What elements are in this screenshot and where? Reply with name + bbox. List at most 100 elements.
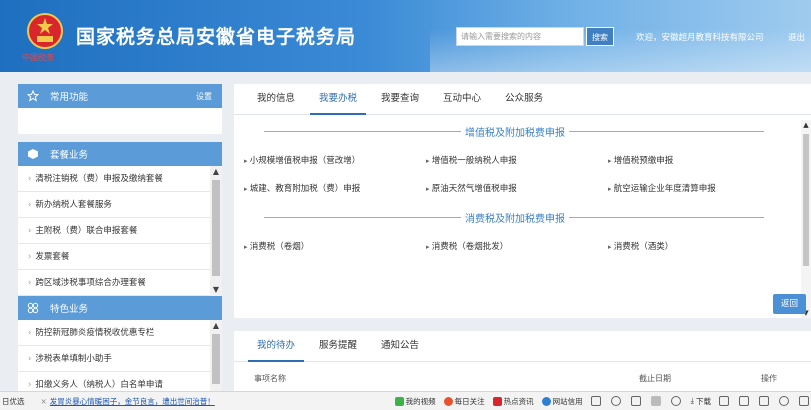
sidebar-item-joint-declaration[interactable]: 主附税（费）联合申报套餐 <box>18 218 210 244</box>
image-icon[interactable] <box>630 396 641 406</box>
back-button[interactable]: 返回 <box>773 294 806 314</box>
hot-news-label: 热点资讯 <box>503 396 534 406</box>
item-consumption-cigarette-wholesale[interactable]: 消费税（卷烟批发） <box>426 237 608 257</box>
package-business-title: 套餐业务 <box>50 150 89 161</box>
consumption-items: 消费税（卷烟） 消费税（卷烟批发） 消费税（酒类） <box>234 237 811 257</box>
item-crude-oil-gas-vat[interactable]: 原油天然气增值税申报 <box>426 179 608 199</box>
item-aviation-settlement[interactable]: 航空运输企业年度清算申报 <box>608 179 790 199</box>
my-video-link[interactable]: 我的视频 <box>394 396 436 407</box>
logo-caption: 中国税务 <box>22 53 54 62</box>
column-header-deadline: 截止日期 <box>639 374 671 383</box>
shield-icon <box>541 396 551 406</box>
item-urban-education-surcharge[interactable]: 城建、教育附加税（费）申报 <box>244 179 426 199</box>
sound-icon[interactable] <box>779 396 789 406</box>
settings-link[interactable]: 设置 <box>196 91 212 102</box>
scroll-down-icon[interactable]: ▼ <box>210 284 222 296</box>
common-functions-panel: 常用功能 设置 <box>18 84 222 134</box>
sidebar: 常用功能 设置 套餐业务 清税注销税（费）申报及缴纳套餐 新办纳税人套餐服务 主… <box>18 84 222 406</box>
tab-public-service[interactable]: 公众服务 <box>496 84 552 114</box>
window-copy-icon[interactable] <box>759 396 769 406</box>
rocket-icon[interactable] <box>650 396 661 406</box>
sidebar-item-tax-deregistration[interactable]: 清税注销税（费）申报及缴纳套餐 <box>18 166 210 192</box>
special-business-list: 防控新冠肺炎疫情税收优惠专栏 涉税表单填制小助手 扣缴义务人（纳税人）白名单申请… <box>18 320 222 398</box>
column-header-action: 操作 <box>761 374 777 383</box>
news-link[interactable]: 发胃炎暴心情暖困子，金节良言，遭出世间治普！ <box>50 396 215 407</box>
sidebar-item-new-taxpayer[interactable]: 新办纳税人套餐服务 <box>18 192 210 218</box>
package-business-list: 清税注销税（费）申报及缴纳套餐 新办纳税人套餐服务 主附税（费）联合申报套餐 发… <box>18 166 222 296</box>
common-functions-header[interactable]: 常用功能 设置 <box>18 84 222 108</box>
sync-icon[interactable] <box>610 396 621 406</box>
logout-link[interactable]: 退出 <box>788 31 805 43</box>
scroll-thumb[interactable] <box>803 134 809 266</box>
download-icon: ⤓ <box>690 396 694 405</box>
site-header: 中国税务 国家税务总局安徽省电子税务局 请输入需要搜索的内容 搜索 欢迎，安徽超… <box>0 0 811 72</box>
vat-items: 小规模增值税申报（营改增） 增值税一般纳税人申报 增值税预缴申报 城建、教育附加… <box>234 151 811 199</box>
tab-tax-handling[interactable]: 我要办税 <box>310 84 367 115</box>
section-title-text: 消费税及附加税费申报 <box>461 210 569 225</box>
sidebar-item-epidemic[interactable]: 防控新冠肺炎疫情税收优惠专栏 <box>18 320 210 346</box>
item-general-vat[interactable]: 增值税一般纳税人申报 <box>426 151 608 171</box>
site-title: 国家税务总局安徽省电子税务局 <box>76 26 357 48</box>
scroll-up-icon[interactable]: ▲ <box>210 166 222 178</box>
main-scrollbar[interactable]: ▲ ▼ <box>801 120 811 318</box>
cube-icon <box>26 147 40 161</box>
common-functions-title: 常用功能 <box>50 92 89 103</box>
tab-my-info[interactable]: 我的信息 <box>248 84 304 114</box>
leaf-icon[interactable] <box>670 396 681 406</box>
item-consumption-alcohol[interactable]: 消费税（酒类） <box>608 237 790 257</box>
special-business-panel: 特色业务 防控新冠肺炎疫情税收优惠专栏 涉税表单填制小助手 扣缴义务人（纳税人）… <box>18 296 222 398</box>
tab-my-todo[interactable]: 我的待办 <box>248 331 305 362</box>
section-title-vat: 增值税及附加税费申报 <box>234 119 811 143</box>
print-icon[interactable] <box>719 396 729 406</box>
welcome-text: 欢迎，安徽超月教育科技有限公司 <box>636 33 764 43</box>
tab-query[interactable]: 我要查询 <box>372 84 428 114</box>
special-scrollbar[interactable]: ▲ <box>210 320 222 398</box>
item-consumption-cigarette[interactable]: 消费税（卷烟） <box>244 237 426 257</box>
my-video-label: 我的视频 <box>405 396 436 406</box>
daily-focus-link[interactable]: 每日关注 <box>443 396 485 407</box>
search-input[interactable]: 请输入需要搜索的内容 <box>456 27 584 46</box>
scroll-thumb[interactable] <box>212 334 220 384</box>
news-icon <box>492 396 502 406</box>
star-icon <box>26 89 40 103</box>
tab-service-reminder[interactable]: 服务提醒 <box>310 331 366 361</box>
package-business-panel: 套餐业务 清税注销税（费）申报及缴纳套餐 新办纳税人套餐服务 主附税（费）联合申… <box>18 142 222 296</box>
main-tabs: 我的信息 我要办税 我要查询 互动中心 公众服务 <box>234 84 811 115</box>
scroll-thumb[interactable] <box>212 180 220 276</box>
site-credit-link[interactable]: 网站信用 <box>541 396 583 407</box>
search-button[interactable]: 搜索 <box>586 27 614 46</box>
sidebar-item-cross-region[interactable]: 跨区域涉税事项综合办理套餐 <box>18 270 210 296</box>
tax-emblem-icon <box>27 13 63 49</box>
package-scrollbar[interactable]: ▲ ▼ <box>210 166 222 296</box>
todo-panel: 我的待办 服务提醒 通知公告 事项名称 截止日期 操作 <box>234 331 811 391</box>
package-business-header[interactable]: 套餐业务 <box>18 142 222 166</box>
download-link[interactable]: ⤓ 下载 <box>691 396 711 407</box>
item-small-scale-vat[interactable]: 小规模增值税申报（营改增） <box>244 151 426 171</box>
zoom-icon[interactable] <box>799 396 809 406</box>
grid-icon <box>26 301 40 315</box>
special-business-title: 特色业务 <box>50 304 89 315</box>
close-icon[interactable]: × <box>41 397 47 406</box>
scroll-up-icon[interactable]: ▲ <box>210 320 222 332</box>
window-icon[interactable] <box>739 396 749 406</box>
security-icon[interactable] <box>590 396 601 406</box>
hot-news-link[interactable]: 热点资讯 <box>492 396 534 407</box>
status-left-text[interactable]: 日优选 <box>2 396 25 407</box>
download-label: 下载 <box>696 396 711 406</box>
column-header-name: 事项名称 <box>254 374 286 383</box>
sidebar-item-form-helper[interactable]: 涉税表单填制小助手 <box>18 346 210 372</box>
news-ticker: × 发胃炎暴心情暖困子，金节良言，遭出世间治普！ <box>41 396 215 407</box>
sidebar-item-invoice[interactable]: 发票套餐 <box>18 244 210 270</box>
item-vat-prepayment[interactable]: 增值税预缴申报 <box>608 151 790 171</box>
tab-notice[interactable]: 通知公告 <box>372 331 428 361</box>
main-panel: 我的信息 我要办税 我要查询 互动中心 公众服务 增值税及附加税费申报 小规模增… <box>234 84 811 318</box>
section-title-text: 增值税及附加税费申报 <box>461 124 569 139</box>
video-icon <box>394 396 404 406</box>
tab-interaction[interactable]: 互动中心 <box>434 84 490 114</box>
daily-focus-label: 每日关注 <box>454 396 485 406</box>
scroll-up-icon[interactable]: ▲ <box>801 120 811 130</box>
todo-tabs: 我的待办 服务提醒 通知公告 <box>234 331 811 362</box>
special-business-header[interactable]: 特色业务 <box>18 296 222 320</box>
fire-icon <box>443 396 453 406</box>
site-credit-label: 网站信用 <box>552 396 583 406</box>
